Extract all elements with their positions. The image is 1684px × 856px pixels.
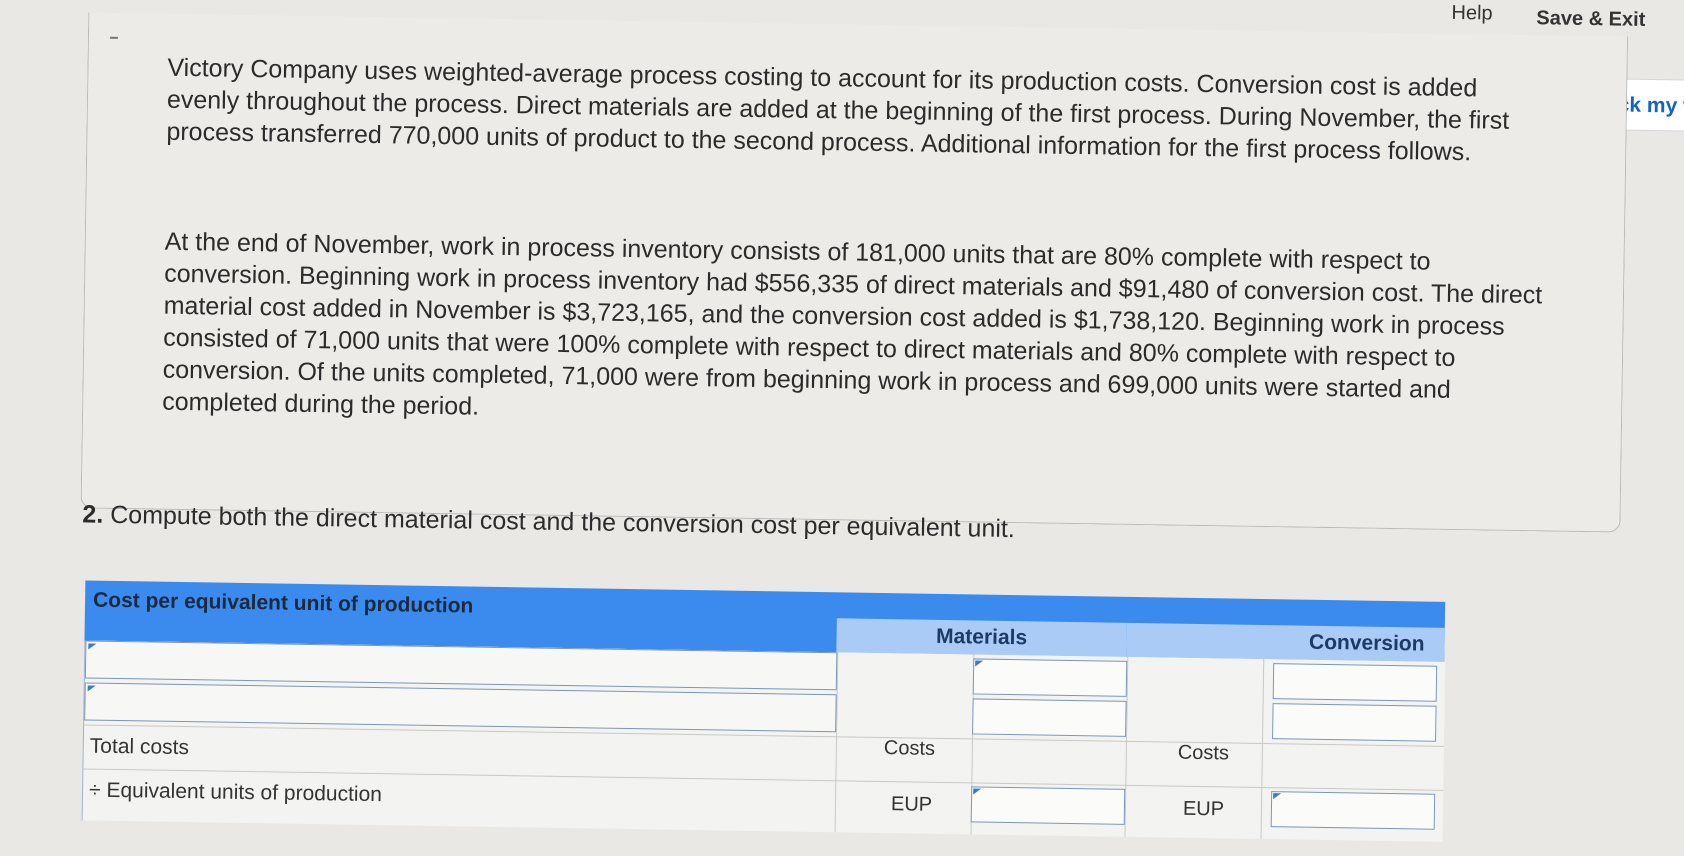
materials-eup-label: EUP (890, 793, 933, 816)
help-link[interactable]: Help (1451, 2, 1492, 26)
column-divider (1260, 658, 1265, 839)
materials-row-1-input[interactable] (972, 658, 1128, 697)
input-caret-icon (975, 660, 984, 667)
table-body: Total costs Costs Costs ÷ Equivalent uni… (81, 640, 1446, 842)
problem-paragraph-2: At the end of November, work in process … (161, 227, 1543, 421)
dropdown-caret-icon (87, 685, 96, 692)
collapse-dash-icon (109, 36, 118, 39)
table-title: Cost per equivalent unit of production (92, 588, 474, 618)
total-costs-label: Total costs (89, 734, 190, 760)
assignment-page: Help Save & Exit Check my work Victory C… (0, 0, 1684, 856)
materials-column-header: Materials (836, 618, 1127, 657)
question-number: 2. (82, 500, 104, 529)
materials-costs-label: Costs (883, 737, 936, 760)
conversion-eup-input[interactable] (1270, 791, 1436, 830)
cost-per-equivalent-unit-table: Cost per equivalent unit of production M… (81, 580, 1446, 842)
conversion-row-1-input[interactable] (1272, 663, 1438, 702)
conversion-row-2-input[interactable] (1272, 703, 1437, 742)
input-caret-icon (1273, 793, 1282, 800)
conversion-eup-label: EUP (1182, 797, 1225, 821)
materials-eup-input[interactable] (970, 786, 1126, 825)
dropdown-caret-icon (88, 643, 97, 650)
equivalent-units-label: ÷ Equivalent units of production (88, 778, 383, 807)
save-exit-button[interactable]: Save & Exit (1536, 7, 1645, 32)
input-caret-icon (973, 788, 982, 795)
conversion-column-header: Conversion (1126, 622, 1445, 662)
row-2-label-dropdown[interactable] (84, 682, 837, 733)
materials-row-2-input[interactable] (972, 698, 1127, 737)
conversion-costs-label: Costs (1177, 741, 1230, 765)
